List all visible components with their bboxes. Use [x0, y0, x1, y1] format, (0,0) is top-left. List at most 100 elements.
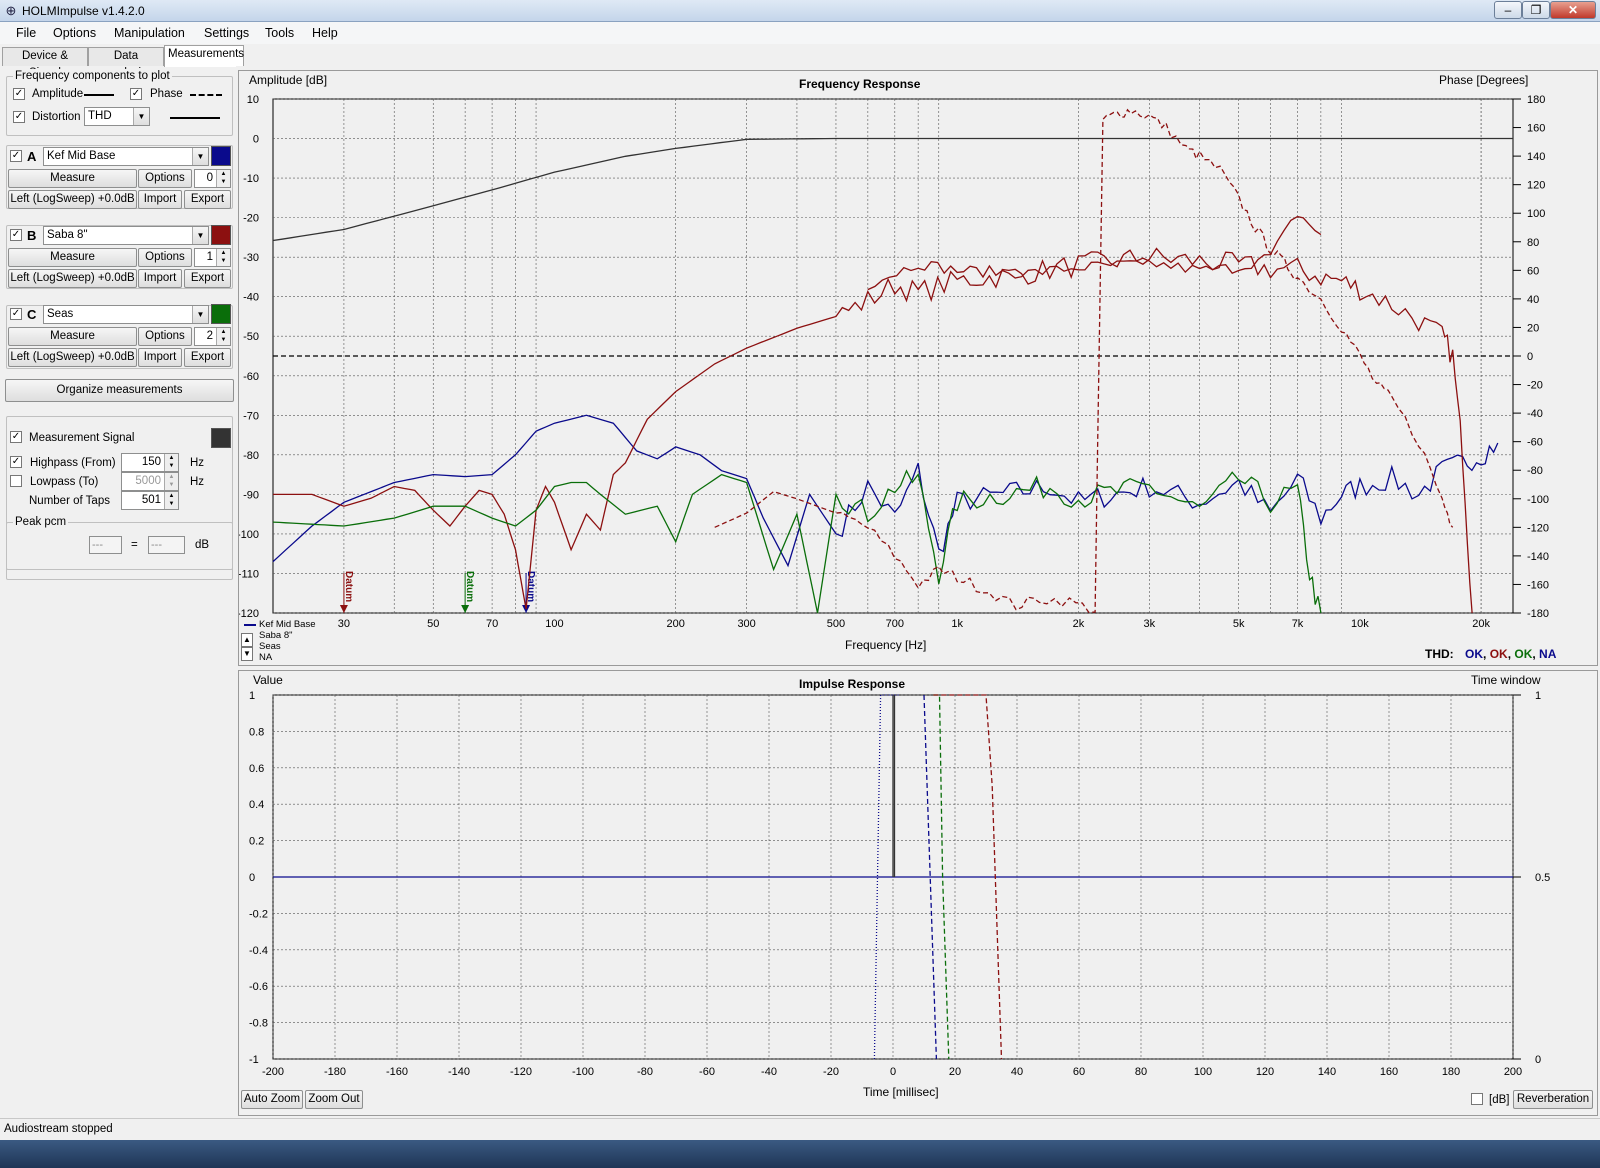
- window-title: HOLMImpulse v1.4.2.0: [22, 4, 145, 18]
- menu-manipulation[interactable]: Manipulation: [114, 25, 185, 41]
- tab-data-analysis[interactable]: Data analysis: [88, 47, 164, 79]
- measurement-b-options-button[interactable]: Options: [138, 248, 192, 267]
- measurement-b-letter: B: [27, 228, 37, 243]
- taps-stepper[interactable]: 501 ▲ ▼: [121, 491, 179, 510]
- y2-tick-label: 60: [1527, 265, 1539, 277]
- measurement-a-color-swatch[interactable]: [211, 146, 231, 166]
- measurement-a-name-select[interactable]: Kef Mid Base ▼: [43, 147, 209, 166]
- y2-tick-label: 180: [1527, 94, 1545, 106]
- measurement-c-import-button[interactable]: Import: [138, 348, 182, 367]
- y-tick-label: 0.6: [249, 763, 264, 775]
- lowpass-label: Lowpass (To): [30, 476, 99, 488]
- measurement-a-measure-button[interactable]: Measure: [8, 169, 137, 188]
- menu-tools[interactable]: Tools: [265, 25, 294, 41]
- db-label: [dB]: [1489, 1094, 1510, 1106]
- auto-zoom-button[interactable]: Auto Zoom: [241, 1090, 303, 1109]
- measurement-b-channel-button[interactable]: Left (LogSweep) +0.0dB: [8, 269, 137, 288]
- measurement-a-export-button[interactable]: Export: [184, 190, 231, 209]
- measurement-b-export-button[interactable]: Export: [184, 269, 231, 288]
- measurement-c-name-select[interactable]: Seas ▼: [43, 305, 209, 324]
- menu-file[interactable]: File: [16, 25, 36, 41]
- phase-checkbox[interactable]: ✓: [130, 88, 142, 100]
- y-tick-label: -0.8: [249, 1018, 268, 1030]
- measurement-b-color-swatch[interactable]: [211, 225, 231, 245]
- y-tick-label: -0.2: [249, 908, 268, 920]
- y2-tick-label: 0: [1527, 351, 1533, 363]
- lowpass-checkbox[interactable]: [10, 475, 22, 487]
- measurement-b-name-select[interactable]: Saba 8" ▼: [43, 226, 209, 245]
- menu-help[interactable]: Help: [312, 25, 338, 41]
- measurement-c-color-swatch[interactable]: [211, 304, 231, 324]
- x-tick-label: -200: [262, 1066, 284, 1078]
- y2-tick-label: -100: [1527, 494, 1549, 506]
- y-tick-label: -1: [249, 1054, 259, 1066]
- y2-tick-label: -80: [1527, 465, 1543, 477]
- zoom-out-button[interactable]: Zoom Out: [305, 1090, 363, 1109]
- taps-label: Number of Taps: [29, 495, 110, 507]
- measurement-a-options-button[interactable]: Options: [138, 169, 192, 188]
- x-tick-label: -120: [510, 1066, 532, 1078]
- measurement-a-index-stepper[interactable]: 0 ▲ ▼: [194, 169, 231, 188]
- reverberation-button[interactable]: Reverberation: [1513, 1090, 1593, 1109]
- organize-measurements-button[interactable]: Organize measurements: [5, 379, 234, 402]
- measurement-b-import-button[interactable]: Import: [138, 269, 182, 288]
- frequency-response-panel: 10 0 -10 -20 -30 -40 -50 -60 -70 -80 -90 -100 -110 -1…: [238, 70, 1598, 666]
- y2-tick-label: 120: [1527, 180, 1545, 192]
- y2-tick-label: 20: [1527, 322, 1539, 334]
- highpass-checkbox[interactable]: ✓: [10, 456, 22, 468]
- measurement-b-measure-button[interactable]: Measure: [8, 248, 137, 267]
- frequency-response-title: Frequency Response: [799, 77, 921, 91]
- measurement-c-measure-button[interactable]: Measure: [8, 327, 137, 346]
- legend-scroll-down-icon[interactable]: ▼: [241, 647, 253, 661]
- distortion-type-value: THD: [88, 110, 112, 122]
- stepper-arrows-icon: ▲ ▼: [216, 249, 230, 266]
- measurement-a-channel-button[interactable]: Left (LogSweep) +0.0dB: [8, 190, 137, 209]
- restore-icon[interactable]: ❐: [1522, 1, 1550, 19]
- db-checkbox[interactable]: [1471, 1093, 1483, 1105]
- measurement-b-checkbox[interactable]: ✓: [10, 229, 22, 241]
- x-tick-label: 2k: [1073, 618, 1085, 630]
- minimize-icon[interactable]: –: [1494, 1, 1522, 19]
- status-bar: Audiostream stopped: [0, 1118, 1600, 1140]
- chevron-down-icon: ▼: [192, 227, 208, 244]
- tab-strip: Device & Signal Data analysis Measuremen…: [0, 44, 246, 79]
- menu-options[interactable]: Options: [53, 25, 96, 41]
- lowpass-stepper[interactable]: 5000 ▲ ▼: [121, 472, 179, 491]
- distortion-checkbox[interactable]: ✓: [13, 111, 25, 123]
- x-tick-label: -20: [823, 1066, 839, 1078]
- y-tick-label: -80: [243, 450, 259, 462]
- x-tick-label: 20: [949, 1066, 961, 1078]
- measurement-c-options-button[interactable]: Options: [138, 327, 192, 346]
- y2-tick-label: -20: [1527, 380, 1543, 392]
- measurement-c-channel-button[interactable]: Left (LogSweep) +0.0dB: [8, 348, 137, 367]
- stepper-arrows-icon: ▲ ▼: [216, 328, 230, 345]
- x-tick-label: -140: [448, 1066, 470, 1078]
- measurement-c-checkbox[interactable]: ✓: [10, 308, 22, 320]
- x-tick-label: -180: [324, 1066, 346, 1078]
- measurement-signal-checkbox[interactable]: ✓: [10, 431, 22, 443]
- y-tick-label: -50: [243, 331, 259, 343]
- lowpass-value: 5000: [135, 475, 161, 487]
- y-tick-label: -70: [243, 410, 259, 422]
- frequency-response-chart[interactable]: 100-10-20-30-40-50-60-70-80-90-100-110-1…: [239, 71, 1597, 665]
- close-icon[interactable]: ✕: [1550, 1, 1596, 19]
- measurement-a-index: 0: [206, 172, 213, 184]
- tab-device-signal[interactable]: Device & Signal: [2, 47, 88, 79]
- measurement-a-import-button[interactable]: Import: [138, 190, 182, 209]
- y2-tick-label: -60: [1527, 437, 1543, 449]
- frequency-axis-label: Frequency [Hz]: [845, 638, 927, 652]
- x-tick-label: 300: [737, 618, 755, 630]
- impulse-response-chart[interactable]: -200 -180 -160 -140 -120 -100 -80 -60 -40 -20 0 20 4…: [239, 671, 1597, 1115]
- measurement-c-index-stepper[interactable]: 2 ▲ ▼: [194, 327, 231, 346]
- legend-scroll-up-icon[interactable]: ▲: [241, 633, 253, 647]
- distortion-type-select[interactable]: THD ▼: [84, 107, 150, 126]
- amplitude-checkbox[interactable]: ✓: [13, 88, 25, 100]
- tab-measurements[interactable]: Measurements: [164, 45, 244, 67]
- measurement-a-checkbox[interactable]: ✓: [10, 150, 22, 162]
- amplitude-line-sample: [84, 94, 114, 96]
- measurement-b-index-stepper[interactable]: 1 ▲ ▼: [194, 248, 231, 267]
- measurement-signal-color-swatch[interactable]: [211, 428, 231, 448]
- measurement-c-export-button[interactable]: Export: [184, 348, 231, 367]
- highpass-stepper[interactable]: 150 ▲ ▼: [121, 453, 179, 472]
- menu-settings[interactable]: Settings: [204, 25, 249, 41]
